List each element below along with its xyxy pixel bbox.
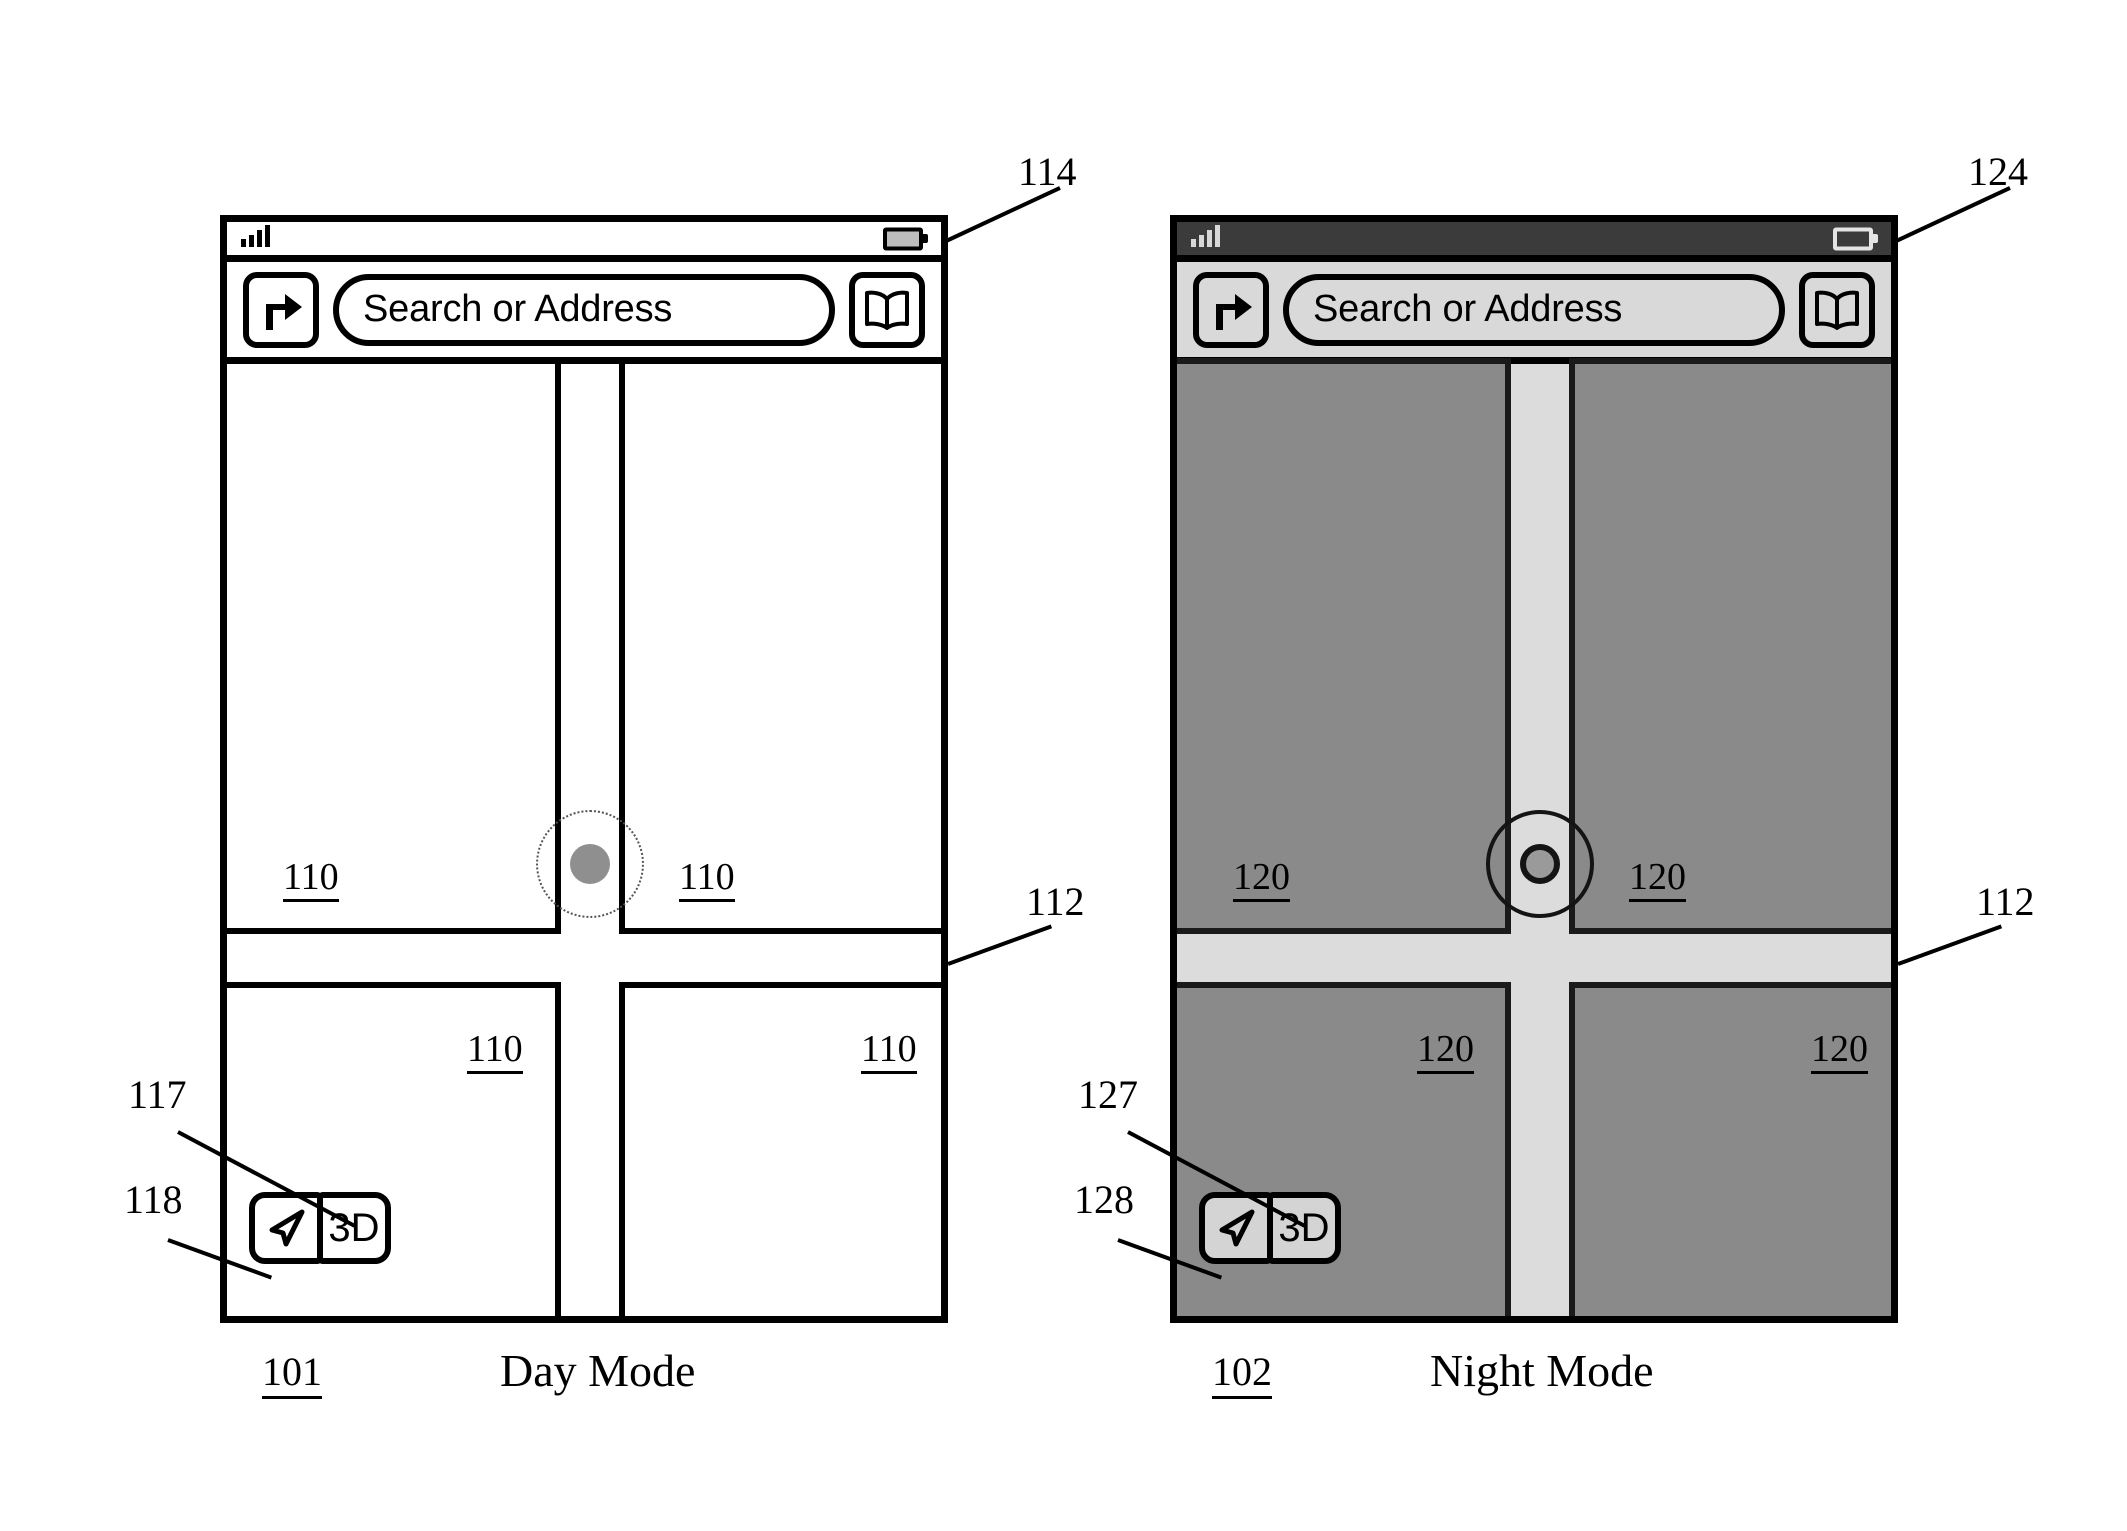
navigation-arrow-icon [264,1206,308,1250]
panel-caption-day: Day Mode [500,1345,696,1396]
reference-number-112-day: 112 [1026,879,1085,924]
reference-number-101: 101 [262,1352,322,1399]
bookmarks-button[interactable] [849,271,925,348]
map-block-top-right [1569,358,1891,934]
location-dot [570,844,610,884]
reference-number-128: 128 [1074,1177,1134,1222]
map-block-label: 110 [283,858,339,902]
book-bookmarks-icon [863,290,911,330]
signal-bars-icon [241,225,270,247]
search-placeholder: Search or Address [363,288,673,330]
search-input[interactable]: Search or Address [1283,273,1785,346]
map-block-label: 110 [679,858,735,902]
directions-button[interactable] [1193,271,1269,348]
book-bookmarks-icon [1813,290,1861,330]
navigation-arrow-icon [1214,1206,1258,1250]
signal-bars-icon [1191,225,1220,247]
map-block-label: 110 [861,1030,917,1074]
map-block-label: 120 [1417,1030,1474,1074]
leader-line-112-night [1897,924,2003,966]
leader-line-112-day [947,924,1053,966]
reference-number-118: 118 [124,1177,183,1222]
status-bar [1177,222,1891,262]
map-controls: 3D [1199,1192,1341,1264]
search-input[interactable]: Search or Address [333,273,835,346]
reference-number-112-night: 112 [1976,879,2035,924]
map-block-top-left [1177,358,1511,934]
map-block-label: 110 [467,1030,523,1074]
map-block-label: 120 [1811,1030,1868,1074]
battery-icon [1833,227,1873,250]
panel-caption-night: Night Mode [1430,1345,1654,1396]
reference-number-124: 124 [1968,149,2028,194]
map-block-label: 120 [1233,858,1290,902]
directions-button[interactable] [243,271,319,348]
directions-turn-right-icon [1208,288,1254,332]
directions-turn-right-icon [258,288,304,332]
reference-number-114: 114 [1018,149,1077,194]
search-placeholder: Search or Address [1313,288,1623,330]
current-location-puck-icon [536,810,644,918]
map-canvas[interactable]: 110 110 110 110 3D [227,358,941,1316]
phone-mockup-night-mode: Search or Address 120 120 120 120 3D [1170,215,1898,1323]
status-bar [227,222,941,262]
reference-number-117: 117 [128,1072,187,1117]
map-block-label: 120 [1629,858,1686,902]
three-d-toggle-button[interactable]: 3D [317,1192,391,1264]
reference-number-102: 102 [1212,1352,1272,1399]
map-toolbar: Search or Address [227,262,941,364]
three-d-toggle-button[interactable]: 3D [1267,1192,1341,1264]
bookmarks-button[interactable] [1799,271,1875,348]
map-toolbar: Search or Address [1177,262,1891,364]
location-dot [1520,844,1560,884]
reference-number-127: 127 [1078,1072,1138,1117]
map-block-top-right [619,358,941,934]
current-location-puck-icon [1486,810,1594,918]
battery-icon [883,227,923,250]
map-canvas[interactable]: 120 120 120 120 3D [1177,358,1891,1316]
map-block-top-left [227,358,561,934]
phone-mockup-day-mode: Search or Address 110 110 110 110 3D [220,215,948,1323]
map-controls: 3D [249,1192,391,1264]
leader-line-124 [1893,186,2011,244]
leader-line-114 [943,186,1061,244]
